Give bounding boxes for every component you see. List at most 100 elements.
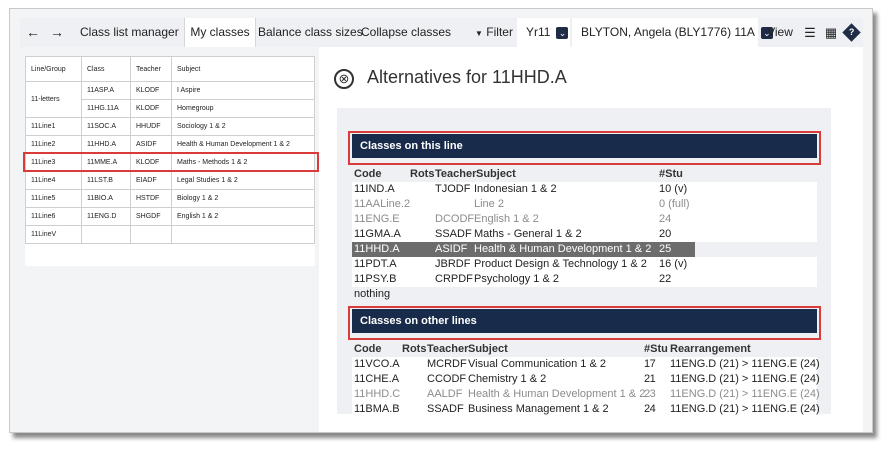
table-row[interactable]: 11IND.A TJODF Indonesian 1 & 2 10 (v): [352, 182, 817, 197]
col-teacher: Teacher: [427, 343, 469, 355]
cell-teacher: JBRDF: [435, 258, 471, 270]
cell-class: 11LST.B: [81, 171, 131, 190]
header-class: Class: [81, 56, 131, 82]
table-row[interactable]: 11Line6 11ENG.D SHGDF English 1 & 2: [25, 207, 315, 226]
table-row-selected[interactable]: 11HHD.A ASIDF Health & Human Development…: [352, 242, 695, 257]
table-row[interactable]: 11Line5 11BIO.A HSTDF Biology 1 & 2: [25, 189, 315, 208]
filter-label: Filter: [486, 25, 513, 39]
cell-teacher: KLODF: [130, 99, 172, 118]
selected-row-highlight: [23, 152, 319, 172]
cell-subject: Line 2: [474, 198, 504, 210]
col-stu: #Stu: [644, 343, 668, 355]
cell-teacher: ASIDF: [130, 135, 172, 154]
cell-class: 11HHD.A: [81, 135, 131, 154]
page-title: Alternatives for 11HHD.A: [367, 67, 567, 87]
tab-balance-class-sizes[interactable]: Balance class sizes: [258, 18, 363, 47]
table-row[interactable]: 11ENG.E DCODF English 1 & 2 24: [352, 212, 817, 227]
table-row[interactable]: 11BMA.B SSADF Business Management 1 & 2 …: [352, 402, 820, 417]
table-row[interactable]: 11PSY.B CRPDF Psychology 1 & 2 22: [352, 272, 817, 287]
cell-subject: Product Design & Technology 1 & 2: [474, 258, 647, 270]
cell-class: 11ASP.A: [81, 81, 131, 100]
table-row[interactable]: 11Line4 11LST.B EIADF Legal Studies 1 & …: [25, 171, 315, 190]
table-row[interactable]: nothing: [352, 287, 817, 302]
list-view-icon[interactable]: ☰: [801, 18, 819, 47]
forward-icon[interactable]: →: [46, 18, 68, 47]
cell-rearrangement: 11ENG.D (21) > 11ENG.E (24): [670, 403, 820, 415]
cell-code: 11IND.A: [354, 183, 395, 195]
year-value: Yr11: [526, 25, 551, 39]
help-icon[interactable]: ?: [841, 18, 861, 47]
cell-subject: Biology 1 & 2: [171, 189, 315, 208]
filter-icon: ▼: [475, 29, 483, 38]
cell-code: 11GMA.A: [354, 228, 401, 240]
table-view-icon[interactable]: ▦: [822, 18, 840, 47]
tab-collapse-classes[interactable]: Collapse classes: [361, 18, 451, 47]
help-glyph: ?: [848, 27, 854, 38]
tab-my-classes[interactable]: My classes: [184, 18, 256, 47]
table-row[interactable]: 11LineV: [25, 225, 315, 244]
cell-stu: 24: [644, 403, 656, 415]
cell-stu: 23: [644, 388, 656, 400]
table-row[interactable]: 11PDT.A JBRDF Product Design & Technolog…: [352, 257, 817, 272]
table-row[interactable]: 11GMA.A SSADF Maths - General 1 & 2 20: [352, 227, 817, 242]
cell-teacher: HSTDF: [130, 189, 172, 208]
cell-class: 11ENG.D: [81, 207, 131, 226]
view-button[interactable]: View: [763, 18, 797, 47]
chevron-down-icon: ⌄: [556, 26, 569, 39]
cell-teacher: HHUDF: [130, 117, 172, 136]
col-rots: Rots: [402, 343, 427, 355]
cell-line: 11Line2: [25, 135, 82, 154]
toolbar: ← → Class list manager My classes Balanc…: [20, 18, 863, 47]
cell-stu: 0 (full): [659, 198, 690, 210]
cell-class: 11HG.11A: [81, 99, 131, 118]
cell-subject: Psychology 1 & 2: [474, 273, 559, 285]
cell-code: 11HHD.A: [354, 243, 400, 255]
col-subject: Subject: [476, 168, 516, 180]
col-teacher: Teacher: [435, 168, 477, 180]
cell-stu: 20: [659, 228, 672, 240]
cell-code: 11HHD.C: [354, 388, 401, 400]
col-code: Code: [354, 168, 382, 180]
cell-class: [81, 225, 131, 244]
table-row[interactable]: 11HHD.C AALDF Health & Human Development…: [352, 387, 820, 402]
table-row[interactable]: 11CHE.A CCODF Chemistry 1 & 2 21 11ENG.D…: [352, 372, 820, 387]
alternatives-panel: ⊗ Alternatives for 11HHD.A Classes on th…: [319, 47, 863, 432]
header-teacher: Teacher: [130, 56, 172, 82]
col-rearrangement: Rearrangement: [670, 343, 751, 355]
cell-teacher: CRPDF: [435, 273, 473, 285]
cell-line: 11Line5: [25, 189, 82, 208]
cell-stu: 22: [659, 273, 672, 285]
table-row-selected[interactable]: 11Line2 11HHD.A ASIDF Health & Human Dev…: [25, 135, 315, 154]
cell-code: 11PSY.B: [354, 273, 397, 285]
table-row[interactable]: 11AALine.2 Line 2 0 (full): [352, 197, 817, 212]
close-icon[interactable]: ⊗: [334, 69, 354, 89]
cell-teacher: AALDF: [427, 388, 463, 400]
cell-class: 11BIO.A: [81, 189, 131, 208]
student-select[interactable]: BLYTON, Angela (BLY1776) 11A ⌄: [572, 18, 773, 47]
cell-subject: [171, 225, 315, 244]
cell-rearrangement: 11ENG.D (21) > 11ENG.E (24): [670, 373, 820, 385]
cell-code: 11ENG.E: [354, 213, 400, 225]
section-heading-this-line: Classes on this line: [352, 134, 817, 158]
col-subject: Subject: [468, 343, 508, 355]
cell-line: 11Line6: [25, 207, 82, 226]
cell-subject: English 1 & 2: [171, 207, 315, 226]
cell-subject: Health & Human Development 1 & 2: [474, 243, 652, 255]
back-icon[interactable]: ←: [20, 18, 46, 47]
table-row[interactable]: 11VCO.A MCRDF Visual Communication 1 & 2…: [352, 357, 820, 372]
year-select[interactable]: Yr11 ⌄: [517, 18, 570, 47]
tab-class-list-manager[interactable]: Class list manager: [80, 18, 179, 47]
table-row[interactable]: 11-letters 11ASP.A KLODF I Aspire: [25, 81, 315, 118]
cell-stu: 16 (v): [659, 258, 688, 270]
cell-subject: Business Management 1 & 2: [468, 403, 609, 415]
cell-subject: Sociology 1 & 2: [171, 117, 315, 136]
table-header: Code Rots Teacher Subject #Stu: [352, 167, 817, 182]
filter-button[interactable]: ▼ Filter: [469, 18, 519, 47]
cell-teacher: SSADF: [427, 403, 464, 415]
cell-line: 11Line1: [25, 117, 82, 136]
table-header: Code Rots Teacher Subject #Stu Rearrange…: [352, 342, 817, 357]
cell-teacher: SHGDF: [130, 207, 172, 226]
table-row[interactable]: 11Line1 11SOC.A HHUDF Sociology 1 & 2: [25, 117, 315, 136]
cell-rearrangement: 11ENG.D (21) > 11ENG.E (24): [670, 358, 820, 370]
cell-teacher: EIADF: [130, 171, 172, 190]
